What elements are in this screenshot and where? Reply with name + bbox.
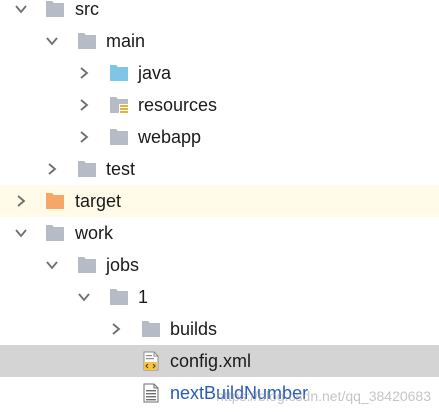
tree-node-label: src [75,0,99,19]
watermark: https://blog.csdn.net/qq_38420683 [216,388,431,404]
tree-node-src[interactable]: src [0,0,439,25]
tree-node-builds[interactable]: builds [0,313,439,345]
tree-node-1[interactable]: 1 [0,281,439,313]
chevron-right-icon[interactable] [14,194,28,208]
source-folder-icon [109,63,129,83]
folder-icon [45,0,65,19]
chevron-right-icon[interactable] [109,322,123,336]
xml-file-icon [141,351,161,371]
tree-node-label: 1 [138,287,149,307]
chevron-right-icon[interactable] [77,98,91,112]
tree-node-label: config.xml [170,351,252,371]
chevron-down-icon[interactable] [14,2,28,16]
chevron-right-icon[interactable] [45,162,59,176]
tree-node-java[interactable]: java [0,57,439,89]
tree-node-resources[interactable]: resources [0,89,439,121]
chevron-down-icon[interactable] [77,290,91,304]
tree-node-label: webapp [138,127,202,147]
tree-node-label: main [106,31,146,51]
tree-node-label: builds [170,319,218,339]
tree-node-label: work [75,223,114,243]
folder-icon [109,287,129,307]
chevron-right-icon[interactable] [77,130,91,144]
folder-icon [45,223,65,243]
tree-node-target[interactable]: target [0,185,439,217]
tree-node-work[interactable]: work [0,217,439,249]
chevron-down-icon[interactable] [45,258,59,272]
project-tree: src main java resources webapp test targ… [0,0,439,409]
folder-icon [77,255,97,275]
tree-node-webapp[interactable]: webapp [0,121,439,153]
chevron-down-icon[interactable] [14,226,28,240]
tree-node-label: test [106,159,136,179]
folder-icon [77,31,97,51]
tree-node-jobs[interactable]: jobs [0,249,439,281]
folder-icon [77,159,97,179]
folder-icon [141,319,161,339]
chevron-down-icon[interactable] [45,34,59,48]
tree-node-main[interactable]: main [0,25,439,57]
resources-folder-icon [109,95,129,115]
tree-node-label: resources [138,95,218,115]
tree-node-config-xml[interactable]: config.xml [0,345,439,377]
chevron-right-icon[interactable] [77,66,91,80]
tree-node-label: java [138,63,172,83]
excluded-folder-icon [45,191,65,211]
folder-icon [109,127,129,147]
tree-node-label: target [75,191,122,211]
tree-node-test[interactable]: test [0,153,439,185]
tree-node-label: jobs [106,255,140,275]
text-file-icon [141,383,161,403]
